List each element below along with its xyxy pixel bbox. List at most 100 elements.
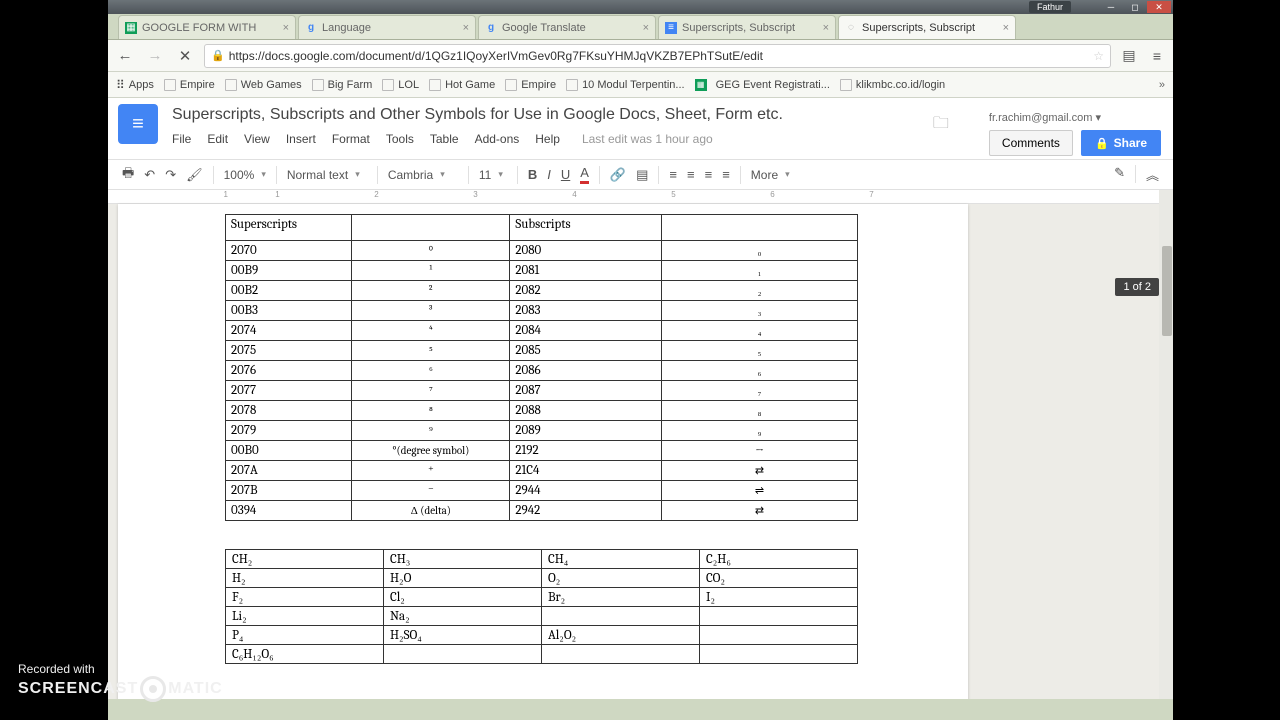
- table-row[interactable]: 2078⁸2088₈: [226, 401, 858, 421]
- url-input[interactable]: 🔒https://docs.google.com/document/d/1QGz…: [204, 44, 1111, 68]
- table-row[interactable]: CH₂CH₃CH₄C₂H₆: [226, 550, 858, 569]
- table-row[interactable]: 00B2²2082₂: [226, 281, 858, 301]
- google-icon: g: [485, 22, 497, 34]
- bookmark-item[interactable]: Empire: [505, 79, 556, 91]
- star-icon[interactable]: ☆: [1093, 49, 1104, 63]
- table-row[interactable]: 00B0°(degree symbol)2192→: [226, 441, 858, 461]
- back-button[interactable]: ←: [114, 45, 136, 67]
- table-row[interactable]: 2075⁵2085₅: [226, 341, 858, 361]
- forward-button[interactable]: →: [144, 45, 166, 67]
- menu-edit[interactable]: Edit: [207, 132, 228, 146]
- italic-icon[interactable]: I: [547, 167, 551, 182]
- document-canvas: 1 1 2 3 4 5 6 7 SuperscriptsSubscripts 2…: [108, 190, 1173, 699]
- align-center-icon[interactable]: ≡: [687, 167, 695, 182]
- table-row[interactable]: 00B3³2083₃: [226, 301, 858, 321]
- close-tab-icon[interactable]: ×: [1003, 22, 1009, 34]
- page-icon: [225, 79, 237, 91]
- menu-addons[interactable]: Add-ons: [475, 132, 520, 146]
- table-row[interactable]: P₄H₂SO₄Al₂O₂: [226, 626, 858, 645]
- table-row[interactable]: 2079⁹2089₉: [226, 421, 858, 441]
- table-row[interactable]: H₂H₂OO₂CO₂: [226, 569, 858, 588]
- apps-button[interactable]: ⠿Apps: [116, 78, 154, 92]
- bookmark-item[interactable]: 10 Modul Terpentin...: [566, 79, 685, 91]
- table-row[interactable]: 2070⁰2080₀: [226, 241, 858, 261]
- user-email[interactable]: fr.rachim@gmail.com ▾: [989, 111, 1161, 124]
- table-row[interactable]: 207A⁺21C4⇄: [226, 461, 858, 481]
- table-row[interactable]: 0394Δ (delta)2942⇄: [226, 501, 858, 521]
- paint-format-icon[interactable]: 🖌: [186, 167, 203, 183]
- lock-icon: 🔒: [211, 49, 225, 62]
- bookmark-item[interactable]: Web Games: [225, 79, 302, 91]
- menu-icon[interactable]: ≡: [1147, 48, 1167, 64]
- menu-view[interactable]: View: [244, 132, 270, 146]
- docs-logo[interactable]: ≡: [118, 104, 158, 144]
- bookmark-item[interactable]: Big Farm: [312, 79, 373, 91]
- menu-format[interactable]: Format: [332, 132, 370, 146]
- bookmark-item[interactable]: Empire: [164, 79, 215, 91]
- bookmark-item[interactable]: ▦GEG Event Registrati...: [695, 79, 830, 91]
- stop-button[interactable]: ✕: [174, 45, 196, 67]
- scrollbar[interactable]: [1159, 190, 1173, 699]
- tab-superscripts-1[interactable]: ≡Superscripts, Subscript×: [658, 15, 836, 39]
- close-button[interactable]: ✕: [1147, 1, 1171, 13]
- tab-translate[interactable]: gGoogle Translate×: [478, 15, 656, 39]
- comment-icon[interactable]: ▤: [636, 167, 648, 183]
- compounds-table[interactable]: CH₂CH₃CH₄C₂H₆H₂H₂OO₂CO₂F₂Cl₂Br₂I₂Li₂Na₂P…: [225, 549, 858, 664]
- table-row[interactable]: 207B⁻2944⇌: [226, 481, 858, 501]
- align-right-icon[interactable]: ≡: [705, 167, 713, 182]
- undo-icon[interactable]: ↶: [144, 167, 155, 183]
- bookmark-item[interactable]: Hot Game: [429, 79, 495, 91]
- table-row[interactable]: 00B9¹2081₁: [226, 261, 858, 281]
- more-menu[interactable]: More: [751, 168, 790, 182]
- close-tab-icon[interactable]: ×: [463, 22, 469, 34]
- underline-icon[interactable]: U: [561, 167, 570, 182]
- share-button[interactable]: Share: [1081, 130, 1161, 156]
- zoom-select[interactable]: 100%: [224, 168, 266, 182]
- editing-mode-icon[interactable]: ✎: [1114, 165, 1125, 184]
- link-icon[interactable]: 🔗: [610, 167, 626, 183]
- panel-icon[interactable]: ▤: [1119, 47, 1139, 64]
- scroll-thumb[interactable]: [1162, 246, 1172, 336]
- close-tab-icon[interactable]: ×: [823, 22, 829, 34]
- table-row[interactable]: 2076⁶2086₆: [226, 361, 858, 381]
- ruler[interactable]: 1 1 2 3 4 5 6 7: [108, 190, 1173, 204]
- print-icon[interactable]: 🖶: [122, 164, 134, 186]
- table-row[interactable]: F₂Cl₂Br₂I₂: [226, 588, 858, 607]
- table-row[interactable]: C₆H₁₂O₆: [226, 645, 858, 664]
- bookmark-item[interactable]: LOL: [382, 79, 419, 91]
- menu-file[interactable]: File: [172, 132, 191, 146]
- symbols-table[interactable]: SuperscriptsSubscripts 2070⁰2080₀00B9¹20…: [225, 214, 858, 521]
- menu-tools[interactable]: Tools: [386, 132, 414, 146]
- close-tab-icon[interactable]: ×: [283, 22, 289, 34]
- comments-button[interactable]: Comments: [989, 130, 1073, 156]
- menu-insert[interactable]: Insert: [286, 132, 316, 146]
- table-row[interactable]: 2074⁴2084₄: [226, 321, 858, 341]
- last-edit[interactable]: Last edit was 1 hour ago: [582, 132, 713, 146]
- sheets-icon: ▦: [125, 22, 137, 34]
- style-select[interactable]: Normal text: [287, 168, 367, 182]
- bold-icon[interactable]: B: [528, 167, 537, 182]
- tab-superscripts-2[interactable]: ◌Superscripts, Subscript×: [838, 15, 1016, 39]
- redo-icon[interactable]: ↷: [165, 167, 176, 183]
- table-row[interactable]: Li₂Na₂: [226, 607, 858, 626]
- align-left-icon[interactable]: ≡: [669, 167, 677, 182]
- size-select[interactable]: 11: [479, 168, 507, 182]
- close-tab-icon[interactable]: ×: [643, 22, 649, 34]
- maximize-button[interactable]: ◻: [1123, 1, 1147, 13]
- text-color-icon[interactable]: A: [580, 165, 589, 184]
- minimize-button[interactable]: ─: [1099, 1, 1123, 13]
- table-row[interactable]: 2077⁷2087₇: [226, 381, 858, 401]
- align-justify-icon[interactable]: ≡: [722, 167, 730, 182]
- tab-google-form[interactable]: ▦GOOGLE FORM WITH×: [118, 15, 296, 39]
- font-select[interactable]: Cambria: [388, 168, 458, 182]
- bookmark-item[interactable]: klikmbc.co.id/login: [840, 79, 945, 91]
- tab-language[interactable]: gLanguage×: [298, 15, 476, 39]
- page[interactable]: SuperscriptsSubscripts 2070⁰2080₀00B9¹20…: [118, 204, 968, 699]
- menu-table[interactable]: Table: [430, 132, 459, 146]
- collapse-icon[interactable]: ︽: [1146, 165, 1159, 184]
- folder-icon[interactable]: 🗀: [933, 112, 949, 159]
- menu-help[interactable]: Help: [535, 132, 560, 146]
- bookmarks-overflow[interactable]: »: [1159, 79, 1165, 91]
- tab-label: Superscripts, Subscript: [682, 22, 795, 34]
- doc-title[interactable]: Superscripts, Subscripts and Other Symbo…: [172, 106, 933, 124]
